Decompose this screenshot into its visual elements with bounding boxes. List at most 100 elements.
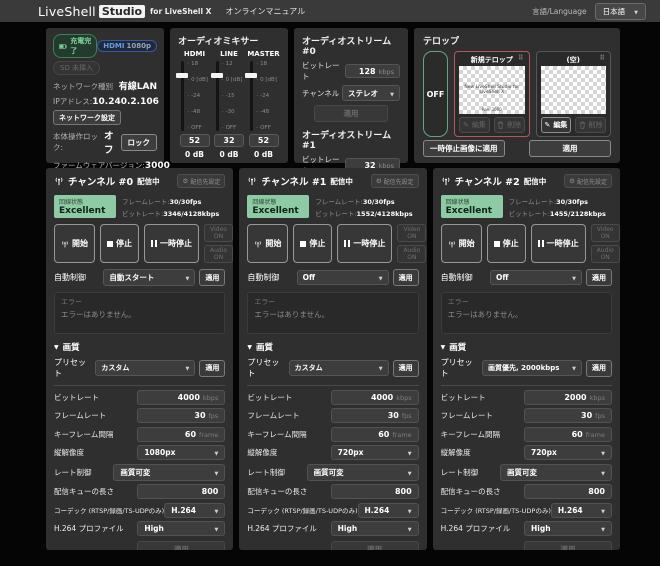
telop-delete-button[interactable]: 削除 bbox=[575, 117, 606, 133]
slider-handle[interactable] bbox=[211, 73, 223, 78]
chevron-down-icon bbox=[181, 273, 189, 282]
stop-button[interactable]: 停止 bbox=[100, 224, 139, 263]
volume-slider-hdmi[interactable] bbox=[181, 61, 184, 131]
resolution-select[interactable]: 1080px bbox=[137, 445, 225, 460]
resolution-select[interactable]: 720px bbox=[331, 445, 419, 460]
h264-profile-select[interactable]: High bbox=[137, 521, 225, 536]
online-manual-link[interactable]: オンラインマニュアル bbox=[225, 6, 305, 17]
keyframe-interval-input[interactable]: 60frame bbox=[524, 427, 612, 442]
video-bitrate-input[interactable]: 4000kbps bbox=[137, 390, 225, 405]
auto-control-select[interactable]: Off bbox=[490, 270, 582, 285]
video-bitrate-input[interactable]: 2000kbps bbox=[524, 390, 612, 405]
resolution-select[interactable]: 720px bbox=[524, 445, 612, 460]
auto-control-apply-button[interactable]: 適用 bbox=[586, 269, 612, 286]
queue-length-input[interactable]: 800 bbox=[331, 484, 419, 499]
line-status-box: 回線状態 Excellent bbox=[441, 195, 503, 218]
video-on-button[interactable]: Video ON bbox=[591, 224, 620, 242]
destination-settings-button[interactable]: 配信先設定 bbox=[371, 174, 419, 188]
volume-value-master[interactable]: 52 bbox=[249, 134, 279, 147]
audio-on-button[interactable]: Audio ON bbox=[591, 245, 620, 263]
lock-button[interactable]: ロック bbox=[121, 134, 158, 151]
stop-button[interactable]: 停止 bbox=[487, 224, 526, 263]
queue-length-input[interactable]: 800 bbox=[524, 484, 612, 499]
volume-value-hdmi[interactable]: 52 bbox=[180, 134, 210, 147]
rate-control-select[interactable]: 画質可変 bbox=[307, 464, 419, 481]
codec-select[interactable]: H.264 bbox=[551, 503, 612, 518]
auto-control-apply-button[interactable]: 適用 bbox=[393, 269, 419, 286]
preset-select[interactable]: 画質優先, 2000kbps bbox=[482, 360, 582, 376]
rate-control-select[interactable]: 画質可変 bbox=[500, 464, 612, 481]
slider-handle[interactable] bbox=[245, 73, 257, 78]
start-button[interactable]: 開始 bbox=[441, 224, 482, 263]
start-button[interactable]: 開始 bbox=[247, 224, 288, 263]
auto-control-select[interactable]: 自動スタート bbox=[103, 269, 195, 286]
keyframe-interval-input[interactable]: 60frame bbox=[137, 427, 225, 442]
destination-settings-button[interactable]: 配信先設定 bbox=[177, 174, 225, 188]
quality-section-toggle[interactable]: 画質 bbox=[54, 341, 225, 353]
video-on-button[interactable]: Video ON bbox=[204, 224, 233, 242]
preset-apply-button[interactable]: 適用 bbox=[586, 360, 612, 377]
volume-value-line[interactable]: 32 bbox=[214, 134, 244, 147]
video-framerate-input[interactable]: 30fps bbox=[524, 408, 612, 423]
codec-select[interactable]: H.264 bbox=[164, 503, 225, 518]
quality-section-toggle[interactable]: 画質 bbox=[441, 341, 612, 353]
audio-on-button[interactable]: Audio ON bbox=[397, 245, 426, 263]
audio-streams-panel: オーディオストリーム #0 ビットレート 128 kbps チャンネル ステレオ… bbox=[294, 28, 408, 163]
telop-apply-button[interactable]: 適用 bbox=[529, 140, 611, 157]
quality-apply-button[interactable]: 適用 bbox=[331, 541, 419, 550]
streaming-badge: 配信中 bbox=[137, 176, 160, 187]
telop-delete-button[interactable]: 削除 bbox=[494, 117, 525, 133]
slider-handle[interactable] bbox=[176, 73, 188, 78]
framerate-label: フレームレート: bbox=[122, 198, 170, 206]
drag-handle-icon[interactable] bbox=[600, 54, 605, 62]
quality-apply-button[interactable]: 適用 bbox=[137, 541, 225, 550]
apply-to-pause-image-button[interactable]: 一時停止画像に適用 bbox=[423, 140, 505, 157]
ip-address-value: 10.240.2.106 bbox=[92, 97, 159, 107]
audio-on-button[interactable]: Audio ON bbox=[204, 245, 233, 263]
pause-button[interactable]: 一時停止 bbox=[531, 224, 586, 263]
telop-edit-button[interactable]: 編集 bbox=[459, 117, 490, 133]
telop-preview-text: New LiveShell Studio for LiveShell X bbox=[459, 85, 525, 95]
stop-button[interactable]: 停止 bbox=[293, 224, 332, 263]
rate-control-select[interactable]: 画質可変 bbox=[113, 464, 225, 481]
network-settings-button[interactable]: ネットワーク設定 bbox=[53, 110, 121, 125]
audio-bitrate-input-0[interactable]: 128 kbps bbox=[345, 64, 400, 78]
auto-control-label: 自動制御 bbox=[441, 272, 486, 283]
volume-slider-master[interactable] bbox=[250, 61, 253, 131]
telop-off-toggle[interactable]: OFF bbox=[423, 51, 448, 137]
audio-stream-0-apply-button[interactable]: 適用 bbox=[314, 105, 388, 122]
video-framerate-input[interactable]: 30fps bbox=[137, 408, 225, 423]
video-bitrate-input[interactable]: 4000kbps bbox=[331, 390, 419, 405]
start-button[interactable]: 開始 bbox=[54, 224, 95, 263]
pause-button[interactable]: 一時停止 bbox=[144, 224, 199, 263]
h264-profile-select[interactable]: High bbox=[331, 521, 419, 536]
preset-select[interactable]: カスタム bbox=[289, 360, 389, 376]
preset-apply-button[interactable]: 適用 bbox=[199, 360, 225, 377]
codec-select[interactable]: H.264 bbox=[358, 503, 419, 518]
quality-apply-button[interactable]: 適用 bbox=[524, 541, 612, 550]
language-select[interactable]: 日本語 bbox=[595, 3, 646, 20]
telop-edit-button[interactable]: 編集 bbox=[541, 117, 572, 133]
broadcast-icon bbox=[61, 240, 69, 248]
auto-control-apply-button[interactable]: 適用 bbox=[199, 269, 225, 286]
keyframe-interval-input[interactable]: 60frame bbox=[331, 427, 419, 442]
preset-apply-button[interactable]: 適用 bbox=[393, 360, 419, 377]
volume-slider-line[interactable] bbox=[216, 61, 219, 131]
channel-mode-select-0[interactable]: ステレオ bbox=[342, 85, 400, 101]
auto-control-select[interactable]: Off bbox=[297, 270, 389, 285]
drag-handle-icon[interactable] bbox=[518, 54, 523, 62]
collapse-arrow-icon bbox=[54, 342, 59, 352]
preset-select[interactable]: カスタム bbox=[95, 360, 195, 376]
h264-profile-select[interactable]: High bbox=[524, 521, 612, 536]
video-framerate-input[interactable]: 30fps bbox=[331, 408, 419, 423]
destination-settings-button[interactable]: 配信先設定 bbox=[564, 174, 612, 188]
quality-section-toggle[interactable]: 画質 bbox=[247, 341, 418, 353]
video-on-button[interactable]: Video ON bbox=[397, 224, 426, 242]
bitrate-value: 3346/4128kbps bbox=[163, 210, 219, 218]
pause-button[interactable]: 一時停止 bbox=[337, 224, 392, 263]
telop-card-new[interactable]: 新規テロップ New LiveShell Studio for LiveShel… bbox=[454, 51, 530, 137]
queue-length-input[interactable]: 800 bbox=[137, 484, 225, 499]
telop-card-empty[interactable]: (空) 編集 削除 bbox=[536, 51, 612, 137]
channel-title: チャンネル #1 bbox=[261, 174, 326, 188]
pause-icon bbox=[538, 240, 544, 247]
